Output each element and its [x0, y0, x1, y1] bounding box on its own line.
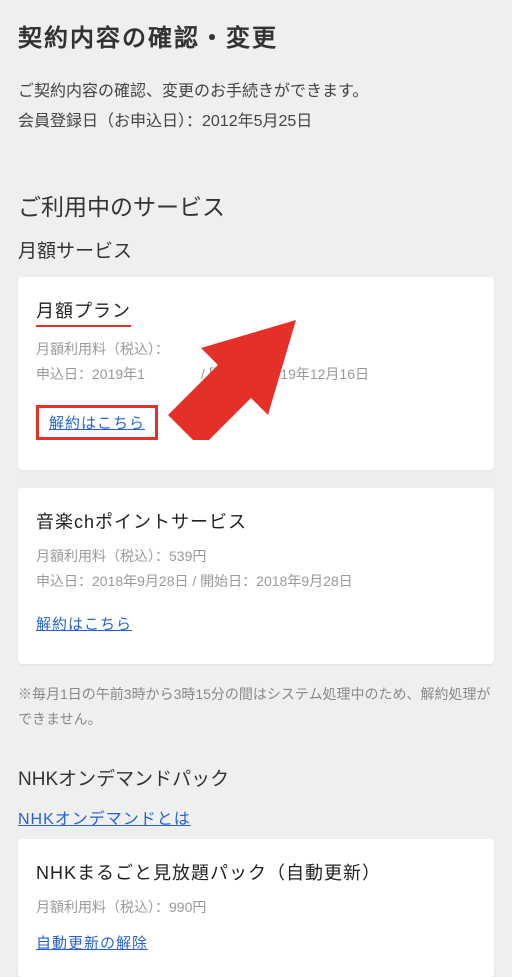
- service-card-nhk-pack: NHKまるごと見放題パック（自動更新） 月額利用料（税込）：990円 自動更新の…: [18, 839, 494, 977]
- intro-text: ご契約内容の確認、変更のお手続きができます。 会員登録日（お申込日）：2012年…: [18, 77, 494, 138]
- page-title: 契約内容の確認・変更: [18, 18, 494, 53]
- intro-line-1: ご契約内容の確認、変更のお手続きができます。: [18, 77, 494, 107]
- card-dates: 申込日：2019年1 / 開始日：2019年12月16日: [36, 362, 476, 387]
- subsection-nhk-pack: NHKオンデマンドパック: [18, 764, 494, 791]
- card-title: 音楽chポイントサービス: [36, 508, 476, 534]
- cancel-link[interactable]: 解約はこちら: [36, 613, 132, 634]
- system-note: ※毎月1日の午前3時から3時15分の間はシステム処理中のため、解約処理ができませ…: [18, 682, 494, 732]
- subsection-monthly: 月額サービス: [18, 236, 494, 263]
- intro-line-2: 会員登録日（お申込日）：2012年5月25日: [18, 107, 494, 137]
- service-card-music-ch: 音楽chポイントサービス 月額利用料（税込）：539円 申込日：2018年9月2…: [18, 488, 494, 663]
- card-fee: 月額利用料（税込）：990円: [36, 895, 476, 920]
- section-title-services: ご利用中のサービス: [18, 188, 494, 222]
- card-title: NHKまるごと見放題パック（自動更新）: [36, 859, 476, 885]
- card-fee: 月額利用料（税込）：539円: [36, 544, 476, 569]
- cancel-link[interactable]: 解約はこちら: [36, 405, 158, 440]
- cancel-auto-renew-link[interactable]: 自動更新の解除: [36, 932, 148, 953]
- service-card-monthly-plan: 月額プラン 月額利用料（税込）： 申込日：2019年1 / 開始日：2019年1…: [18, 277, 494, 470]
- card-title: 月額プラン: [36, 297, 131, 327]
- card-fee: 月額利用料（税込）：: [36, 337, 476, 362]
- card-dates: 申込日：2018年9月28日 / 開始日：2018年9月28日: [36, 569, 476, 594]
- nhk-ondemand-info-link[interactable]: NHKオンデマンドとは: [18, 805, 191, 829]
